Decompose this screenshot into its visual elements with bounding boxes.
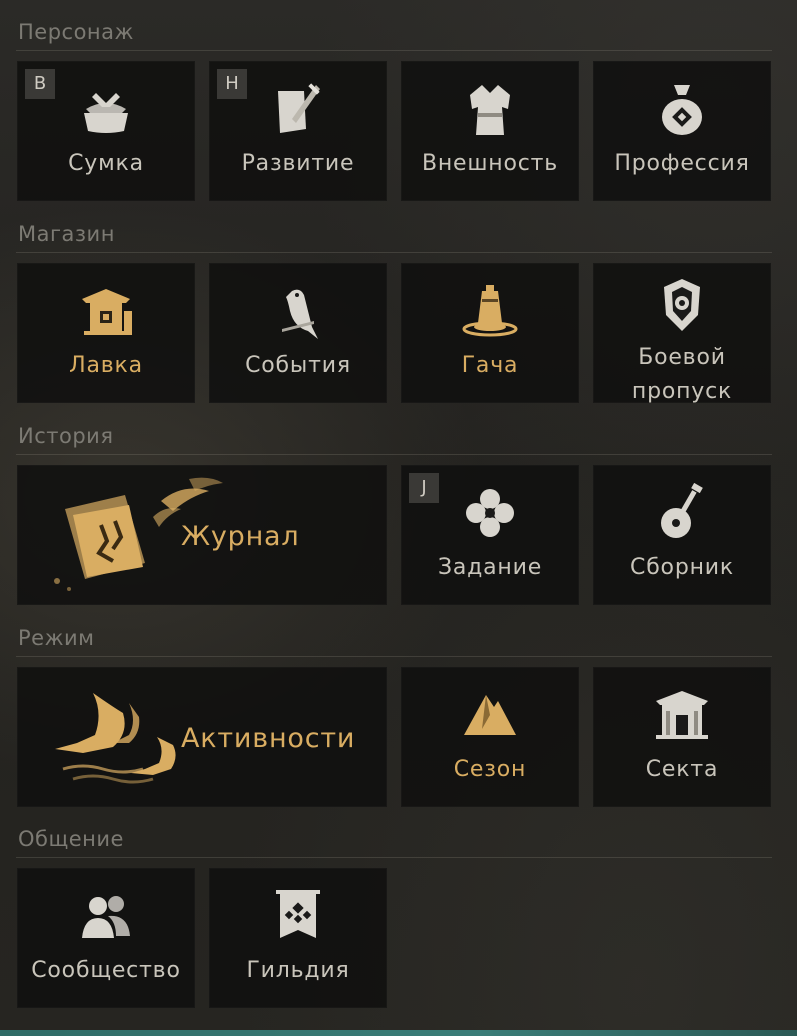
mountain-icon — [460, 685, 520, 745]
temple-gate-icon — [652, 685, 712, 745]
tile-label: Профессия — [614, 151, 750, 176]
section-divider — [16, 50, 772, 51]
quest-flower-icon — [460, 483, 520, 543]
tile-label: Лавка — [69, 353, 143, 378]
tile-label: Гача — [461, 353, 519, 378]
menu-tile-events[interactable]: События — [209, 263, 387, 403]
section-title-mode: Режим — [18, 626, 95, 650]
tile-label: Сообщество — [31, 958, 181, 983]
tile-label: Сумка — [68, 151, 144, 176]
section-title-story: История — [18, 424, 114, 448]
menu-tile-store[interactable]: Лавка — [17, 263, 195, 403]
people-icon — [76, 886, 136, 946]
menu-tile-activities[interactable]: Активности — [17, 667, 387, 807]
section-title-social: Общение — [18, 827, 124, 851]
menu-tile-community[interactable]: Сообщество — [17, 868, 195, 1008]
section-divider — [16, 656, 772, 657]
menu-tile-gacha[interactable]: Гача — [401, 263, 579, 403]
section-divider — [16, 252, 772, 253]
bell-icon — [460, 281, 520, 341]
robe-icon — [460, 79, 520, 139]
shop-pavilion-icon — [76, 281, 136, 341]
menu-tile-season[interactable]: Сезон — [401, 667, 579, 807]
menu-tile-profession[interactable]: Профессия — [593, 61, 771, 201]
section-title-character: Персонаж — [18, 20, 134, 44]
lute-icon — [652, 483, 712, 543]
tile-label: Журнал — [181, 521, 300, 552]
menu-tile-development[interactable]: H Развитие — [209, 61, 387, 201]
tile-label: Сезон — [453, 757, 527, 782]
tile-label: Боевой пропуск — [631, 345, 733, 404]
tile-label: Активности — [181, 723, 356, 754]
tile-label: Гильдия — [246, 958, 350, 983]
battle-pass-emblem-icon — [652, 275, 712, 335]
bird-icon — [268, 281, 328, 341]
menu-tile-collection[interactable]: Сборник — [593, 465, 771, 605]
sword-scroll-icon — [268, 79, 328, 139]
tile-label: Задание — [437, 555, 543, 580]
section-title-shop: Магазин — [18, 222, 115, 246]
tile-label: Секта — [645, 757, 719, 782]
menu-tile-quest[interactable]: J Задание — [401, 465, 579, 605]
tile-label: Сборник — [630, 555, 734, 580]
menu-tile-bag[interactable]: B Сумка — [17, 61, 195, 201]
hotkey-badge: H — [217, 69, 247, 99]
tile-label: Развитие — [241, 151, 355, 176]
section-divider — [16, 454, 772, 455]
bottom-accent-bar — [0, 1030, 797, 1036]
menu-tile-battle-pass[interactable]: Боевой пропуск — [593, 263, 771, 404]
hotkey-badge: J — [409, 473, 439, 503]
section-divider — [16, 857, 772, 858]
guild-banner-icon — [268, 886, 328, 946]
menu-tile-journal[interactable]: Журнал — [17, 465, 387, 605]
bag-icon — [76, 79, 136, 139]
menu-tile-sect[interactable]: Секта — [593, 667, 771, 807]
tile-label: Внешность — [421, 151, 559, 176]
tile-label: События — [245, 353, 351, 378]
menu-tile-appearance[interactable]: Внешность — [401, 61, 579, 201]
hotkey-badge: B — [25, 69, 55, 99]
menu-tile-guild[interactable]: Гильдия — [209, 868, 387, 1008]
money-pouch-icon — [652, 79, 712, 139]
